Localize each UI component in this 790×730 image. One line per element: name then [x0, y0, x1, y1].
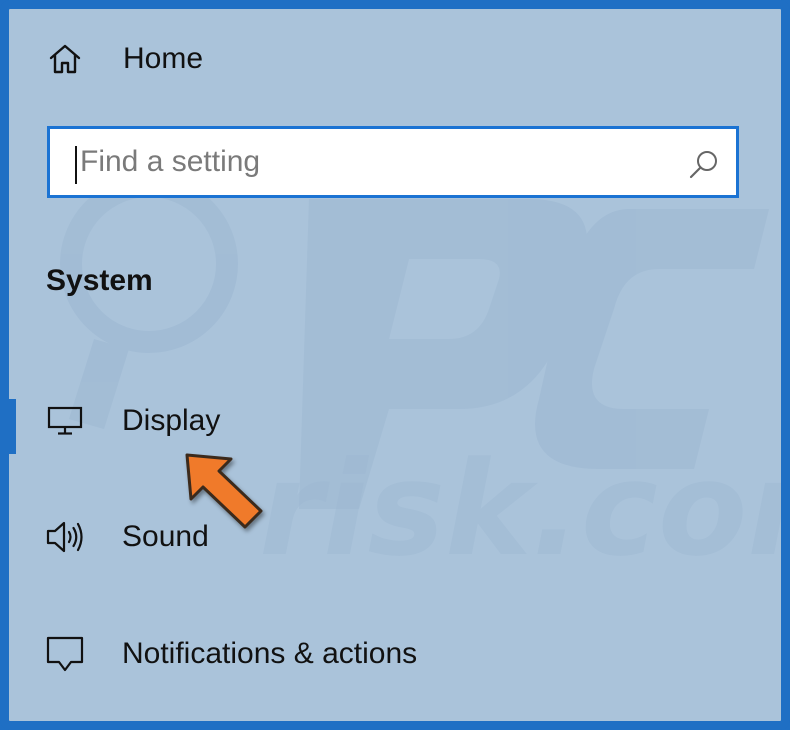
search-input[interactable]: Find a setting [47, 126, 739, 198]
nav-item-notifications[interactable]: Notifications & actions [9, 622, 781, 686]
speaker-icon [45, 517, 85, 557]
notification-icon [45, 634, 85, 674]
nav-item-display[interactable]: Display [9, 389, 781, 453]
text-caret [75, 146, 77, 184]
home-icon [45, 39, 85, 79]
nav-item-label: Display [122, 404, 221, 437]
section-title: System [46, 264, 153, 297]
nav-item-label: Notifications & actions [122, 637, 418, 670]
nav-item-home[interactable]: Home [9, 27, 781, 91]
search-icon[interactable] [688, 149, 720, 181]
monitor-icon [45, 401, 85, 441]
home-label: Home [123, 42, 204, 75]
search-placeholder: Find a setting [80, 145, 261, 178]
nav-item-sound[interactable]: Sound [9, 505, 781, 569]
pointer-arrow-icon [185, 453, 263, 529]
settings-panel: risk.com Home Find a setting System Disp… [0, 0, 790, 730]
